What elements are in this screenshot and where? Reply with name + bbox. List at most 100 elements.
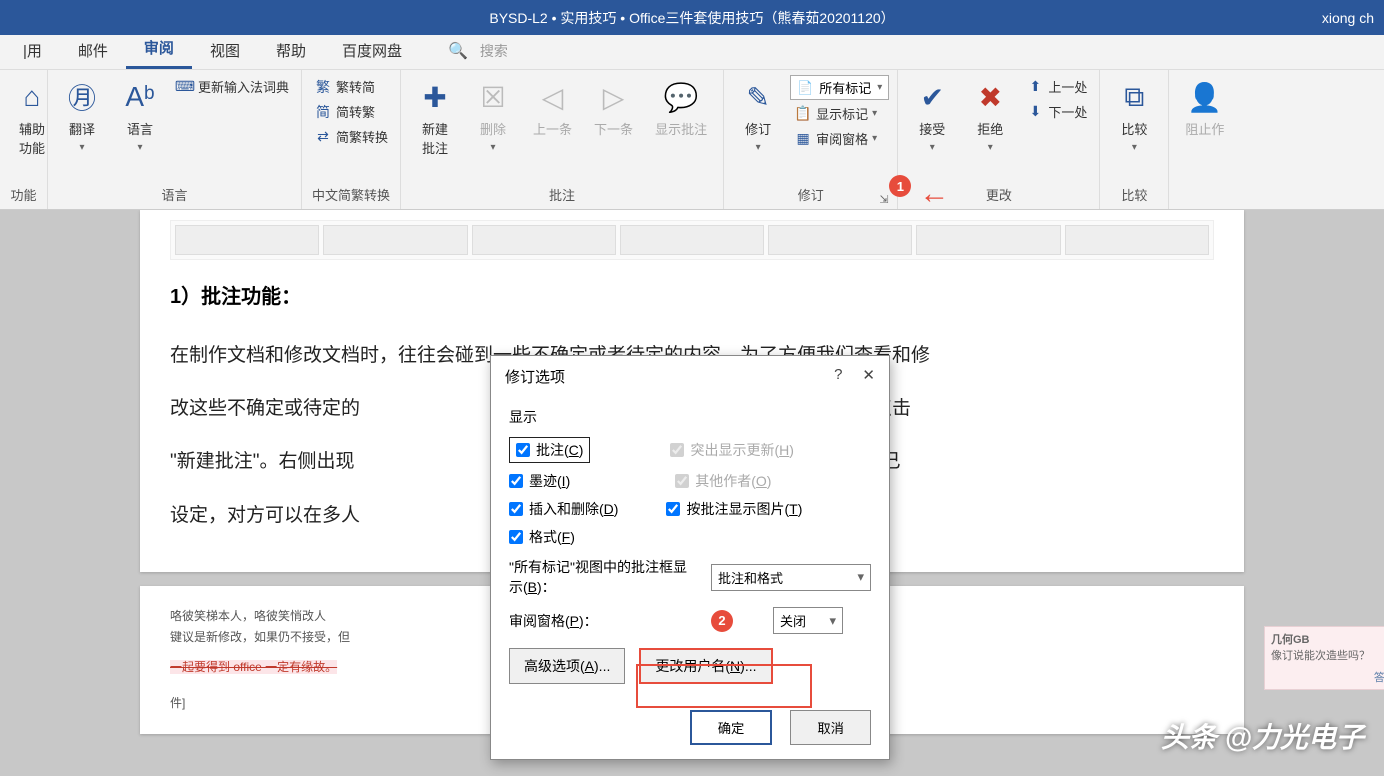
translate-button[interactable]: ㊊ 翻译 ▾ [56,75,108,157]
user-name[interactable]: xiong ch [1322,10,1374,26]
accept-button[interactable]: ✔接受▾ [906,75,958,157]
close-button[interactable]: ✕ [862,366,875,387]
chevron-down-icon: ▾ [877,82,882,93]
advanced-options-button[interactable]: 高级选项(A)... [509,648,625,684]
checkbox-input[interactable] [509,502,523,516]
delete-comment-button[interactable]: ☒删除▾ [467,75,519,157]
checkbox-ink[interactable]: 墨迹(I) [509,471,570,491]
cancel-button[interactable]: 取消 [790,710,871,745]
reject-button[interactable]: ✖拒绝▾ [964,75,1016,157]
tracking-dialog-launcher[interactable]: ⇲ [879,193,893,207]
translate-icon: ㊊ [64,79,100,115]
checkbox-input[interactable] [509,474,523,488]
language-button[interactable]: Aᵇ 语言 ▾ [114,75,166,157]
comment-reply-button[interactable]: 答复 [1374,672,1384,684]
checkbox-insertions[interactable]: 插入和删除(D) [509,499,618,519]
embedded-image [170,220,1214,260]
pane-icon: ▦ [794,130,812,148]
checkbox-input[interactable] [516,443,530,457]
group-label: 更改 [906,182,1091,207]
conv-button[interactable]: ⇄简繁转换 [310,125,392,148]
tab-mail[interactable]: 邮件 [60,32,126,69]
group-label: 比较 [1108,182,1160,207]
checkbox-comments[interactable]: 批注(C) [509,437,590,463]
chk-label: 墨迹(I) [529,471,570,491]
next-icon: ⬇ [1026,103,1044,121]
group-compare: ⧉比较▾ 比较 [1100,70,1169,209]
review-pane-label: 审阅窗格 [816,129,868,148]
accept-icon: ✔ [914,79,950,115]
watermark-text: 头条 @力光电子 [1161,716,1364,756]
track-changes-button[interactable]: ✎ 修订 ▾ [732,75,784,157]
prev-label: 上一条 [533,119,572,138]
chk-label: 插入和删除(D) [529,499,618,519]
checkbox-input[interactable] [509,530,523,544]
simp-to-trad-button[interactable]: 简简转繁 [310,100,392,123]
group-comments: ✚ 新建 批注 ☒删除▾ ◁ 上一条 ▷下一条 💬 显示批注 批注 [401,70,724,209]
checkbox-other-authors[interactable]: 其他作者(O) [675,471,771,491]
chevron-down-icon: ▾ [872,133,877,144]
show-comments-icon: 💬 [663,79,699,115]
search-placeholder[interactable]: 搜索 [476,33,512,69]
prev-icon: ⬆ [1026,78,1044,96]
track-label: 修订 [745,119,771,138]
chevron-down-icon: ▾ [756,142,761,153]
help-button[interactable]: ? [834,366,842,387]
new-comment-button[interactable]: ✚ 新建 批注 [409,75,461,161]
tab-view[interactable]: 视图 [192,32,258,69]
tab-help[interactable]: 帮助 [258,32,324,69]
markup-mode-combo[interactable]: 📄 所有标记 ▾ [790,75,889,100]
compare-button[interactable]: ⧉比较▾ [1108,75,1160,157]
next-change-button[interactable]: ⬇下一处 [1022,100,1091,123]
ok-button[interactable]: 确定 [690,710,773,745]
checkbox-formatting[interactable]: 格式(F) [509,527,575,547]
ime-label: 更新输入法词典 [198,77,289,96]
chk-label: 格式(F) [529,527,575,547]
chk-label: 批注(C) [536,442,583,458]
prev-comment-button[interactable]: ◁ 上一条 [525,75,580,142]
show-markup-button[interactable]: 📋显示标记▾ [790,102,889,125]
prev-icon: ◁ [535,79,571,115]
show-comments-label: 显示批注 [655,119,707,138]
search-icon[interactable]: 🔍 [440,33,476,69]
chk-label: 其他作者(O) [695,471,771,491]
review-pane-button[interactable]: ▦审阅窗格 ▾ [790,127,889,150]
reject-label: 拒绝 [977,119,1003,138]
callout-badge-2: 2 [711,610,733,632]
group-language: ㊊ 翻译 ▾ Aᵇ 语言 ▾ ⌨ 更新输入法词典 语言 [48,70,302,209]
tab-partial[interactable]: |用 [5,32,60,69]
markup-icon: 📋 [794,105,812,123]
chevron-down-icon: ▾ [79,142,84,153]
block-authors-button[interactable]: 👤阻止作 [1177,75,1232,142]
comment-text: 像订说能次造些吗？ [1271,647,1384,663]
prev-change-button[interactable]: ⬆上一处 [1022,75,1091,98]
compare-label: 比较 [1121,119,1147,138]
trad-to-simp-button[interactable]: 繁繁转简 [310,75,392,98]
ribbon-tabs: |用 邮件 审阅 视图 帮助 百度网盘 🔍 搜索 [0,35,1384,70]
group-label: 批注 [409,182,715,207]
tab-review[interactable]: 审阅 [126,29,192,69]
balloons-combo[interactable]: 批注和格式▾ [711,564,871,591]
dialog-titlebar: 修订选项 ? ✕ [491,356,889,397]
tab-baidu[interactable]: 百度网盘 [324,32,420,69]
group-accessibility: ⌂ 辅助 功能 功能 [0,70,48,209]
review-pane-combo[interactable]: 关闭▾ [773,607,843,634]
new-comment-icon: ✚ [417,79,453,115]
prev-change-label: 上一处 [1048,77,1087,96]
review-pane-label: 审阅窗格(P)： [509,611,693,631]
comment-balloon[interactable]: 几何GB 像订说能次造些吗？ 答复 解决 [1264,626,1384,690]
accept-label: 接受 [919,119,945,138]
next-comment-button[interactable]: ▷下一条 [586,75,641,142]
ime-update-button[interactable]: ⌨ 更新输入法词典 [172,75,293,98]
group-label: 中文简繁转换 [310,182,392,207]
checkbox-input[interactable] [666,502,680,516]
group-protect: 👤阻止作 [1169,70,1240,209]
checkbox-pictures[interactable]: 按批注显示图片(T) [666,499,802,519]
chk-label: 突出显示更新(H) [690,440,793,460]
checkbox-input[interactable] [670,443,684,457]
checkbox-input[interactable] [675,474,689,488]
group-label [1177,201,1232,207]
ribbon: ⌂ 辅助 功能 功能 ㊊ 翻译 ▾ Aᵇ 语言 ▾ ⌨ 更新输入法词典 [0,70,1384,210]
checkbox-highlight-updates[interactable]: 突出显示更新(H) [670,440,793,460]
show-comments-button[interactable]: 💬 显示批注 [647,75,715,142]
